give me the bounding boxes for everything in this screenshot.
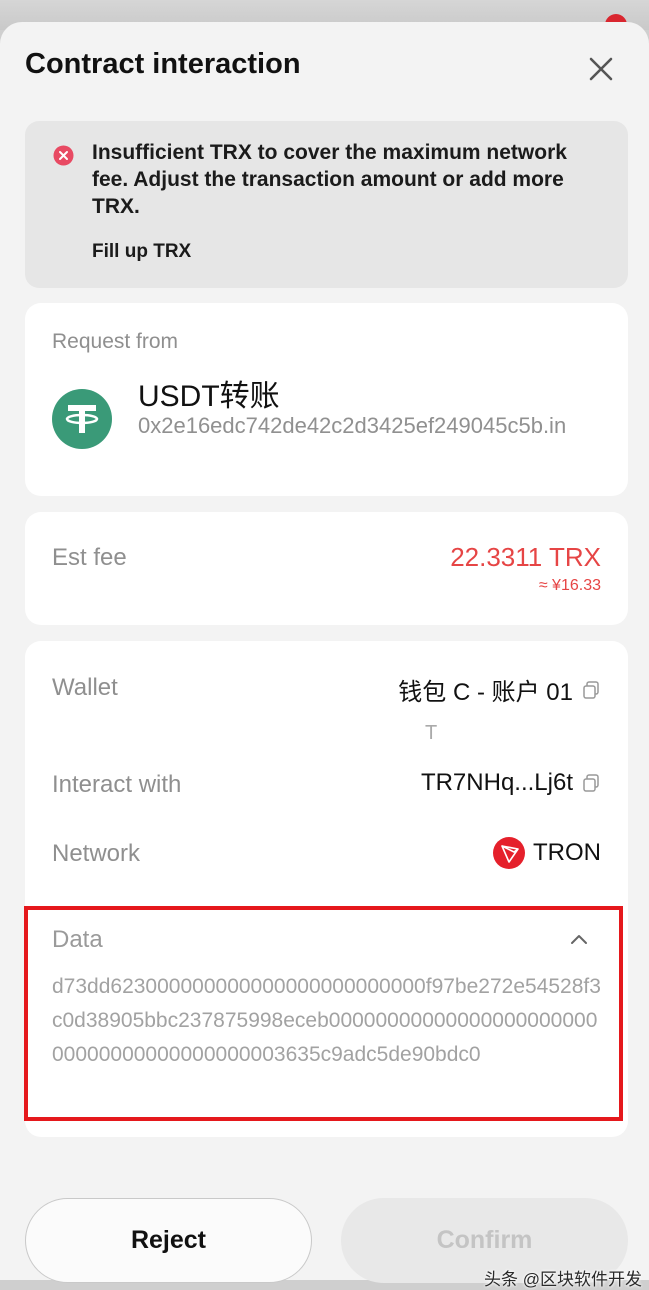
request-dapp-name: USDT转账 bbox=[138, 380, 280, 413]
est-fee-fiat: ≈ ¥16.33 bbox=[538, 577, 601, 594]
request-card: Request from USDT转账 0x2e16edc742de42c2d3… bbox=[25, 303, 628, 496]
interact-with-row: TR7NHq...Lj6t bbox=[421, 769, 601, 797]
network-name: TRON bbox=[533, 839, 601, 866]
fee-card: Est fee 22.3311 TRX ≈ ¥16.33 bbox=[25, 512, 628, 625]
data-label: Data bbox=[52, 926, 103, 953]
copy-icon[interactable] bbox=[581, 773, 601, 793]
network-label: Network bbox=[52, 840, 141, 867]
wallet-name: 钱包 C - 账户 01 bbox=[398, 679, 573, 706]
interact-with-label: Interact with bbox=[52, 771, 182, 798]
est-fee-label: Est fee bbox=[52, 544, 127, 571]
contract-interaction-sheet: Contract interaction Insufficient TRX to… bbox=[0, 22, 649, 1289]
redaction-block bbox=[463, 714, 565, 748]
watermark-text: 头条 @区块软件开发 bbox=[484, 1270, 642, 1289]
copy-icon[interactable] bbox=[581, 680, 601, 700]
tether-logo-icon bbox=[52, 389, 112, 449]
request-origin-address: 0x2e16edc742de42c2d3425ef249045c5b.in bbox=[138, 413, 567, 438]
reject-button[interactable]: Reject bbox=[25, 1198, 312, 1283]
fill-up-trx-link[interactable]: Fill up TRX bbox=[92, 241, 191, 263]
chevron-up-icon[interactable] bbox=[569, 932, 589, 946]
wallet-address-start: T bbox=[425, 722, 438, 744]
contract-address: TR7NHq...Lj6t bbox=[420, 769, 573, 796]
tron-logo-icon bbox=[493, 837, 525, 869]
request-from-label: Request from bbox=[52, 330, 179, 353]
error-icon bbox=[53, 145, 74, 166]
transaction-data-hex: d73dd623000000000000000000000000f97be272… bbox=[52, 975, 601, 1066]
wallet-value-row: 钱包 C - 账户 01 bbox=[398, 672, 601, 707]
est-fee-amount: 22.3311 TRX bbox=[450, 542, 601, 572]
insufficient-fee-warning: Insufficient TRX to cover the maximum ne… bbox=[25, 121, 628, 288]
warning-message: Insufficient TRX to cover the maximum ne… bbox=[92, 141, 567, 218]
page-title: Contract interaction bbox=[25, 48, 301, 80]
wallet-label: Wallet bbox=[52, 674, 118, 701]
data-section: Data d73dd623000000000000000000000000f97… bbox=[24, 906, 623, 1121]
network-row: TRON bbox=[493, 837, 601, 869]
close-icon[interactable] bbox=[584, 52, 618, 86]
